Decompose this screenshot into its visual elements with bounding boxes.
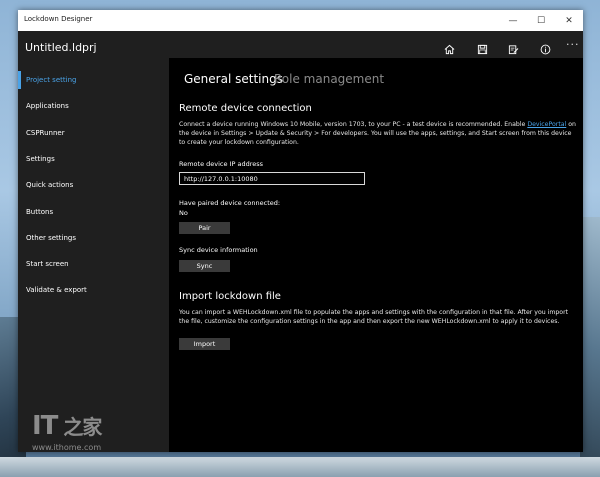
sidebar: Project setting Applications CSPRunner S… bbox=[18, 58, 169, 452]
tab-general-settings[interactable]: General settings bbox=[184, 72, 283, 86]
import-description: You can import a WEHLockdown.xml file to… bbox=[179, 309, 569, 325]
info-button[interactable] bbox=[536, 40, 554, 58]
watermark-url: www.ithome.com bbox=[32, 443, 102, 452]
main-content: General settings Role management Remote … bbox=[169, 58, 583, 452]
info-icon bbox=[540, 44, 550, 54]
sidebar-item-label: Buttons bbox=[26, 208, 54, 216]
sidebar-item-cspr-unner[interactable]: CSPRunner bbox=[18, 120, 169, 146]
sidebar-item-quick-actions[interactable]: Quick actions bbox=[18, 172, 169, 198]
background-rock-right bbox=[580, 217, 600, 477]
watermark-logo: IT 之家 bbox=[32, 411, 102, 441]
sidebar-item-label: Settings bbox=[26, 155, 55, 163]
home-icon bbox=[444, 44, 454, 54]
watermark: IT 之家 www.ithome.com bbox=[32, 411, 132, 471]
sidebar-item-start-screen[interactable]: Start screen bbox=[18, 251, 169, 277]
paired-device-value: No bbox=[179, 209, 188, 217]
ip-address-label: Remote device IP address bbox=[179, 160, 264, 168]
sidebar-item-label: Applications bbox=[26, 102, 69, 110]
sidebar-item-label: Validate & export bbox=[26, 286, 87, 294]
sidebar-item-label: Quick actions bbox=[26, 181, 74, 189]
maximize-button[interactable]: ☐ bbox=[527, 10, 555, 31]
sync-info-label: Sync device information bbox=[179, 246, 258, 254]
sidebar-item-label: Start screen bbox=[26, 260, 69, 268]
sync-button[interactable]: Sync bbox=[179, 260, 230, 272]
close-button[interactable]: ✕ bbox=[555, 10, 583, 31]
sidebar-item-label: Project setting bbox=[26, 76, 77, 84]
document-title: Untitled.ldprj bbox=[25, 41, 97, 54]
edit-button[interactable] bbox=[504, 40, 522, 58]
paired-device-label: Have paired device connected: bbox=[179, 199, 281, 207]
sidebar-item-label: CSPRunner bbox=[26, 129, 65, 137]
sidebar-item-other-settings[interactable]: Other settings bbox=[18, 225, 169, 251]
sidebar-item-project-setting[interactable]: Project setting bbox=[18, 67, 169, 93]
sidebar-item-settings[interactable]: Settings bbox=[18, 146, 169, 172]
save-icon bbox=[477, 44, 487, 54]
app-window: Lockdown Designer — ☐ ✕ Untitled.ldprj ·… bbox=[18, 10, 583, 452]
active-indicator bbox=[18, 71, 21, 89]
home-button[interactable] bbox=[440, 40, 458, 58]
save-button[interactable] bbox=[473, 40, 491, 58]
pair-button[interactable]: Pair bbox=[179, 222, 230, 234]
sidebar-item-buttons[interactable]: Buttons bbox=[18, 199, 169, 225]
remote-connection-description: Connect a device running Windows 10 Mobi… bbox=[179, 121, 576, 146]
minimize-button[interactable]: — bbox=[499, 10, 527, 31]
import-button[interactable]: Import bbox=[179, 338, 230, 350]
title-bar: Lockdown Designer — ☐ ✕ bbox=[18, 10, 583, 31]
edit-icon bbox=[508, 44, 518, 54]
ip-address-input[interactable] bbox=[179, 172, 365, 185]
device-portal-link[interactable]: DevicePortal bbox=[527, 121, 566, 128]
window-title: Lockdown Designer bbox=[24, 15, 93, 23]
sidebar-item-validate-export[interactable]: Validate & export bbox=[18, 277, 169, 303]
sidebar-item-applications[interactable]: Applications bbox=[18, 93, 169, 119]
more-options-button[interactable]: ··· bbox=[566, 38, 580, 51]
tab-role-management[interactable]: Role management bbox=[274, 72, 384, 86]
sidebar-item-label: Other settings bbox=[26, 234, 77, 242]
remote-connection-heading: Remote device connection bbox=[179, 103, 312, 114]
import-heading: Import lockdown file bbox=[179, 291, 281, 302]
